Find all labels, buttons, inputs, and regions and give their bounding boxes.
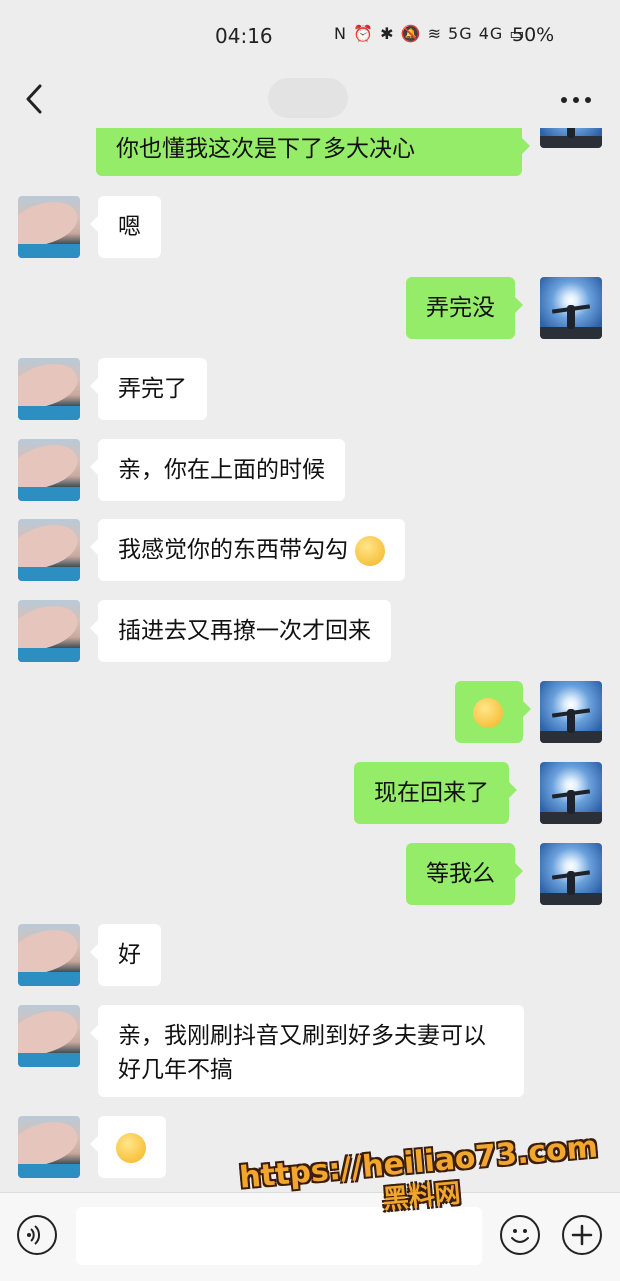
smiling-face-emoji-icon: [473, 697, 503, 728]
message-text: 弄完了: [118, 376, 187, 402]
message-bubble-sent[interactable]: 现在回来了: [354, 762, 517, 824]
contact-avatar[interactable]: [18, 358, 80, 420]
message-text: 我感觉你的东西带勾勾: [118, 537, 348, 563]
message-bubble-received[interactable]: 弄完了: [90, 358, 207, 420]
battery-level: 50%: [512, 24, 555, 46]
flushed-face-emoji-icon: [116, 1132, 146, 1163]
chat-title: [268, 78, 348, 118]
status-icons: N ⏰ ✱ 🔕 ≋ 5G 4G ▭: [334, 24, 526, 43]
status-time: 04:16: [215, 24, 273, 48]
contact-avatar[interactable]: [18, 439, 80, 501]
contact-avatar[interactable]: [18, 1005, 80, 1067]
message-text: 亲，你在上面的时候: [118, 457, 325, 483]
message-text: 好: [118, 942, 141, 968]
contact-avatar[interactable]: [18, 196, 80, 258]
voice-input-button[interactable]: [17, 1215, 57, 1255]
message-bubble-sent[interactable]: 弄完没: [406, 277, 523, 339]
message-bubble-received[interactable]: 插进去又再撩一次才回来: [90, 600, 391, 662]
message-bubble-sent[interactable]: [455, 681, 531, 743]
more-button[interactable]: [556, 90, 596, 110]
plus-icon: [571, 1224, 593, 1246]
my-avatar[interactable]: [540, 128, 602, 148]
chevron-left-icon: [26, 84, 42, 114]
message-bubble-sent[interactable]: 你也懂我这次是下了多大决心: [96, 128, 530, 176]
my-avatar[interactable]: [540, 277, 602, 339]
smile-icon: [511, 1229, 529, 1243]
contact-avatar[interactable]: [18, 600, 80, 662]
status-bar: 04:16 N ⏰ ✱ 🔕 ≋ 5G 4G ▭ 50%: [0, 0, 620, 70]
message-bubble-received[interactable]: 亲，你在上面的时候: [90, 439, 345, 501]
message-text: 现在回来了: [374, 780, 489, 806]
thinking-face-emoji-icon: [355, 535, 386, 566]
chat-header: [0, 70, 620, 128]
more-dots-icon: [561, 97, 591, 103]
back-button[interactable]: [18, 82, 50, 116]
chat-message-list[interactable]: 你也懂我这次是下了多大决心 嗯 弄完没 弄完了 亲，你在上面的时候 我感觉你的东…: [0, 128, 620, 1192]
more-actions-button[interactable]: [562, 1215, 602, 1255]
message-text: 亲，我刚刷抖音又刷到好多夫妻可以好几年不搞: [118, 1023, 486, 1083]
message-text: 插进去又再撩一次才回来: [118, 618, 371, 644]
contact-avatar[interactable]: [18, 519, 80, 581]
contact-avatar[interactable]: [18, 924, 80, 986]
message-bubble-received[interactable]: 亲，我刚刷抖音又刷到好多夫妻可以好几年不搞: [90, 1005, 524, 1097]
my-avatar[interactable]: [540, 843, 602, 905]
message-text: 你也懂我这次是下了多大决心: [116, 136, 415, 162]
message-bubble-received[interactable]: 好: [90, 924, 161, 986]
contact-avatar[interactable]: [18, 1116, 80, 1178]
message-text: 嗯: [118, 214, 141, 240]
message-bubble-received[interactable]: 我感觉你的东西带勾勾: [89, 519, 406, 581]
my-avatar[interactable]: [540, 762, 602, 824]
message-bubble-received[interactable]: 嗯: [90, 196, 161, 258]
my-avatar[interactable]: [540, 681, 602, 743]
message-bubble-received[interactable]: [90, 1116, 166, 1178]
message-bubble-sent[interactable]: 等我么: [406, 843, 523, 905]
emoji-button[interactable]: [500, 1215, 540, 1255]
message-text: 弄完没: [426, 295, 495, 321]
message-text: 等我么: [426, 861, 495, 887]
voice-icon: [27, 1225, 41, 1245]
